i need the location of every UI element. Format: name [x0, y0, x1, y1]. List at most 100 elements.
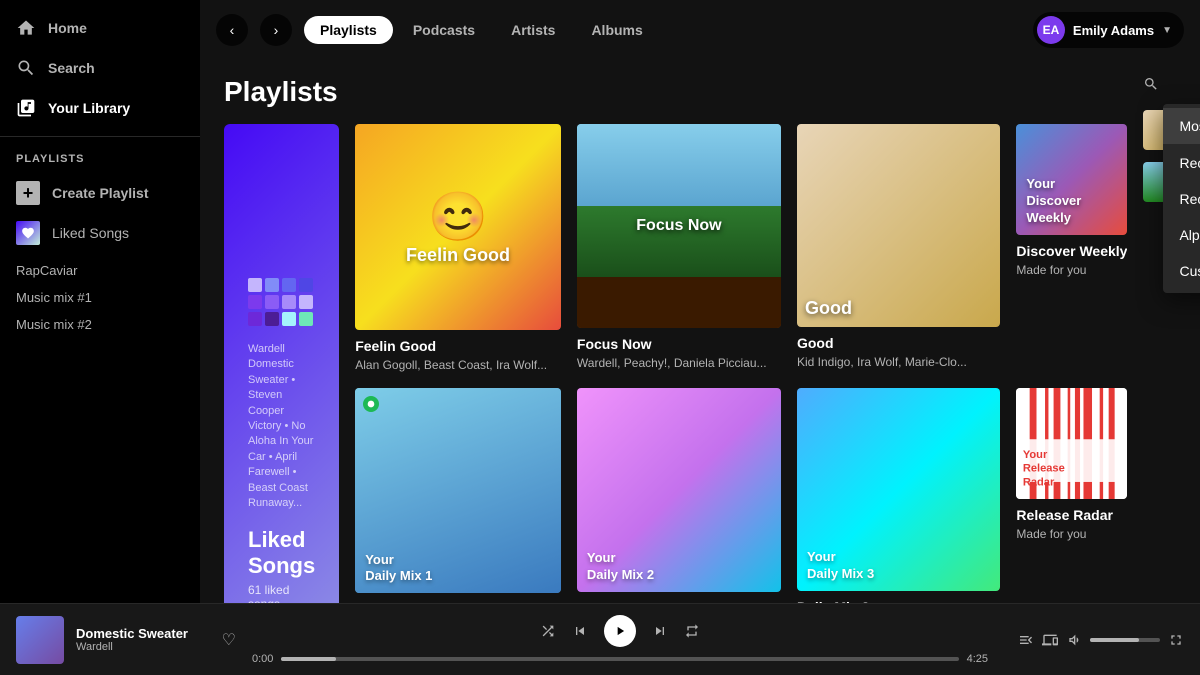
release-radar-desc: Made for you [1016, 527, 1127, 541]
tab-nav: Playlists Podcasts Artists Albums [304, 16, 1021, 44]
dropdown-alphabetical[interactable]: Alphabetical [1163, 217, 1200, 253]
user-name: Emily Adams [1073, 23, 1154, 38]
discover-weekly-desc: Made for you [1016, 263, 1127, 277]
sort-dropdown: Most relevant Recently played ✓ Recently… [1163, 104, 1200, 293]
search-icon [16, 58, 36, 78]
playlist-card-feelin-good[interactable]: 😊 Feelin Good Feelin Good Alan Gogoll, B… [355, 124, 561, 372]
like-button[interactable]: ♡ [222, 630, 236, 650]
now-playing-info: Domestic Sweater Wardell [76, 626, 210, 653]
liked-songs-sidebar-item[interactable]: Liked Songs [0, 213, 200, 253]
focus-now-thumb: Focus Now [577, 124, 781, 328]
forward-button[interactable]: › [260, 14, 292, 46]
playlists-grid: Wardell Domestic Sweater • Steven Cooper… [224, 124, 1127, 603]
time-current: 0:00 [252, 653, 273, 665]
search-library-button[interactable] [1143, 76, 1159, 92]
right-panel-header: Recently played ▲ Most relevant Recently… [1143, 76, 1200, 92]
svg-text:Release: Release [1023, 462, 1065, 474]
playlist-card-daily-mix-1[interactable]: YourDaily Mix 1 Daily Mix 1 Gene Evaro J… [355, 388, 561, 603]
sidebar-item-home[interactable]: Home [0, 8, 200, 48]
playlist-card-release-radar[interactable]: Your Release Radar Release Radar Made fo… [1016, 388, 1127, 603]
now-playing-thumb [16, 616, 64, 664]
playlist-card-daily-mix-3[interactable]: YourDaily Mix 3 Daily Mix 3 Marie-Clo, N… [797, 388, 1000, 603]
page-title: Playlists [224, 76, 1127, 108]
progress-bar[interactable]: 0:00 4:25 [252, 653, 988, 665]
feelin-good-title: Feelin Good [355, 338, 561, 354]
right-panel: Recently played ▲ Most relevant Recently… [1143, 76, 1200, 587]
tab-podcasts[interactable]: Podcasts [397, 16, 491, 44]
player-right-controls [1004, 632, 1184, 648]
back-button[interactable]: ‹ [216, 14, 248, 46]
plus-icon: + [16, 181, 40, 205]
user-menu[interactable]: EA Emily Adams ▼ [1033, 12, 1184, 48]
home-icon [16, 18, 36, 38]
liked-songs-count: 61 liked songs [248, 583, 315, 603]
player-bar: Domestic Sweater Wardell ♡ [0, 603, 1200, 675]
playlist-musicmix1[interactable]: Music mix #1 [0, 284, 200, 311]
discover-weekly-title: Discover Weekly [1016, 243, 1127, 259]
time-total: 4:25 [967, 653, 988, 665]
tab-playlists[interactable]: Playlists [304, 16, 393, 44]
playlist-card-discover-weekly[interactable]: YourDiscoverWeekly Discover Weekly Made … [1016, 124, 1127, 372]
repeat-button[interactable] [684, 623, 700, 639]
player-controls: 0:00 4:25 [252, 615, 988, 665]
dropdown-most-relevant[interactable]: Most relevant [1163, 108, 1200, 144]
playlist-card-good[interactable]: Good Good Kid Indigo, Ira Wolf, Marie-Cl… [797, 124, 1000, 372]
focus-now-desc: Wardell, Peachy!, Daniela Picciau... [577, 356, 781, 370]
chevron-down-icon: ▼ [1162, 25, 1172, 36]
content-area: Playlists [200, 60, 1200, 603]
playlists-section: Playlists [224, 76, 1127, 587]
volume-button[interactable] [1066, 632, 1082, 648]
daily-mix-1-thumb: YourDaily Mix 1 [355, 388, 561, 594]
good-title: Good [797, 335, 1000, 351]
release-radar-title: Release Radar [1016, 507, 1127, 523]
playlists-section-label: PLAYLISTS [0, 145, 200, 173]
sidebar-item-library[interactable]: Your Library [0, 88, 200, 128]
daily-mix-3-thumb: YourDaily Mix 3 [797, 388, 1000, 591]
heart-icon [16, 221, 40, 245]
liked-songs-title: Liked Songs [248, 527, 315, 579]
play-button[interactable] [604, 615, 636, 647]
discover-weekly-thumb: YourDiscoverWeekly [1016, 124, 1127, 235]
release-radar-thumb: Your Release Radar [1016, 388, 1127, 499]
playlist-musicmix2[interactable]: Music mix #2 [0, 311, 200, 338]
good-thumb: Good [797, 124, 1000, 327]
svg-text:Your: Your [1023, 449, 1048, 461]
progress-track[interactable] [281, 657, 958, 661]
sidebar: Home Search Your Library PLAYLISTS + Cre… [0, 0, 200, 603]
playlist-card-focus-now[interactable]: Focus Now Focus Now Wardell, Peachy!, Da… [577, 124, 781, 372]
liked-songs-description: Wardell Domestic Sweater • Steven Cooper… [248, 342, 315, 511]
svg-text:Radar: Radar [1023, 476, 1055, 488]
volume-fill [1090, 638, 1139, 642]
good-desc: Kid Indigo, Ira Wolf, Marie-Clo... [797, 355, 1000, 369]
top-bar: ‹ › Playlists Podcasts Artists Albums EA… [200, 0, 1200, 60]
dropdown-custom-order[interactable]: Custom order [1163, 253, 1200, 289]
devices-button[interactable] [1042, 632, 1058, 648]
player-buttons [540, 615, 700, 647]
liked-songs-decoration [248, 278, 312, 326]
tab-albums[interactable]: Albums [575, 16, 658, 44]
volume-track[interactable] [1090, 638, 1160, 642]
library-icon [16, 98, 36, 118]
fullscreen-button[interactable] [1168, 632, 1184, 648]
plain-playlists: RapCaviar Music mix #1 Music mix #2 [0, 253, 200, 342]
focus-now-title: Focus Now [577, 336, 781, 352]
now-playing: Domestic Sweater Wardell ♡ [16, 616, 236, 664]
create-playlist-button[interactable]: + Create Playlist [0, 173, 200, 213]
sidebar-item-search[interactable]: Search [0, 48, 200, 88]
shuffle-button[interactable] [540, 623, 556, 639]
playlist-card-daily-mix-2[interactable]: YourDaily Mix 2 Daily Mix 2 The Serious … [577, 388, 781, 603]
user-avatar: EA [1037, 16, 1065, 44]
previous-button[interactable] [572, 623, 588, 639]
tab-artists[interactable]: Artists [495, 16, 571, 44]
feelin-good-desc: Alan Gogoll, Beast Coast, Ira Wolf... [355, 358, 561, 372]
next-button[interactable] [652, 623, 668, 639]
progress-fill [281, 657, 335, 661]
queue-button[interactable] [1018, 632, 1034, 648]
dropdown-recently-added[interactable]: Recently added [1163, 181, 1200, 217]
main-content: ‹ › Playlists Podcasts Artists Albums EA… [200, 0, 1200, 603]
playlist-rapcaviar[interactable]: RapCaviar [0, 257, 200, 284]
feelin-good-thumb: 😊 Feelin Good [355, 124, 561, 330]
liked-songs-card[interactable]: Wardell Domestic Sweater • Steven Cooper… [224, 124, 339, 603]
daily-mix-2-thumb: YourDaily Mix 2 [577, 388, 781, 592]
dropdown-recently-played[interactable]: Recently played ✓ [1163, 144, 1200, 181]
